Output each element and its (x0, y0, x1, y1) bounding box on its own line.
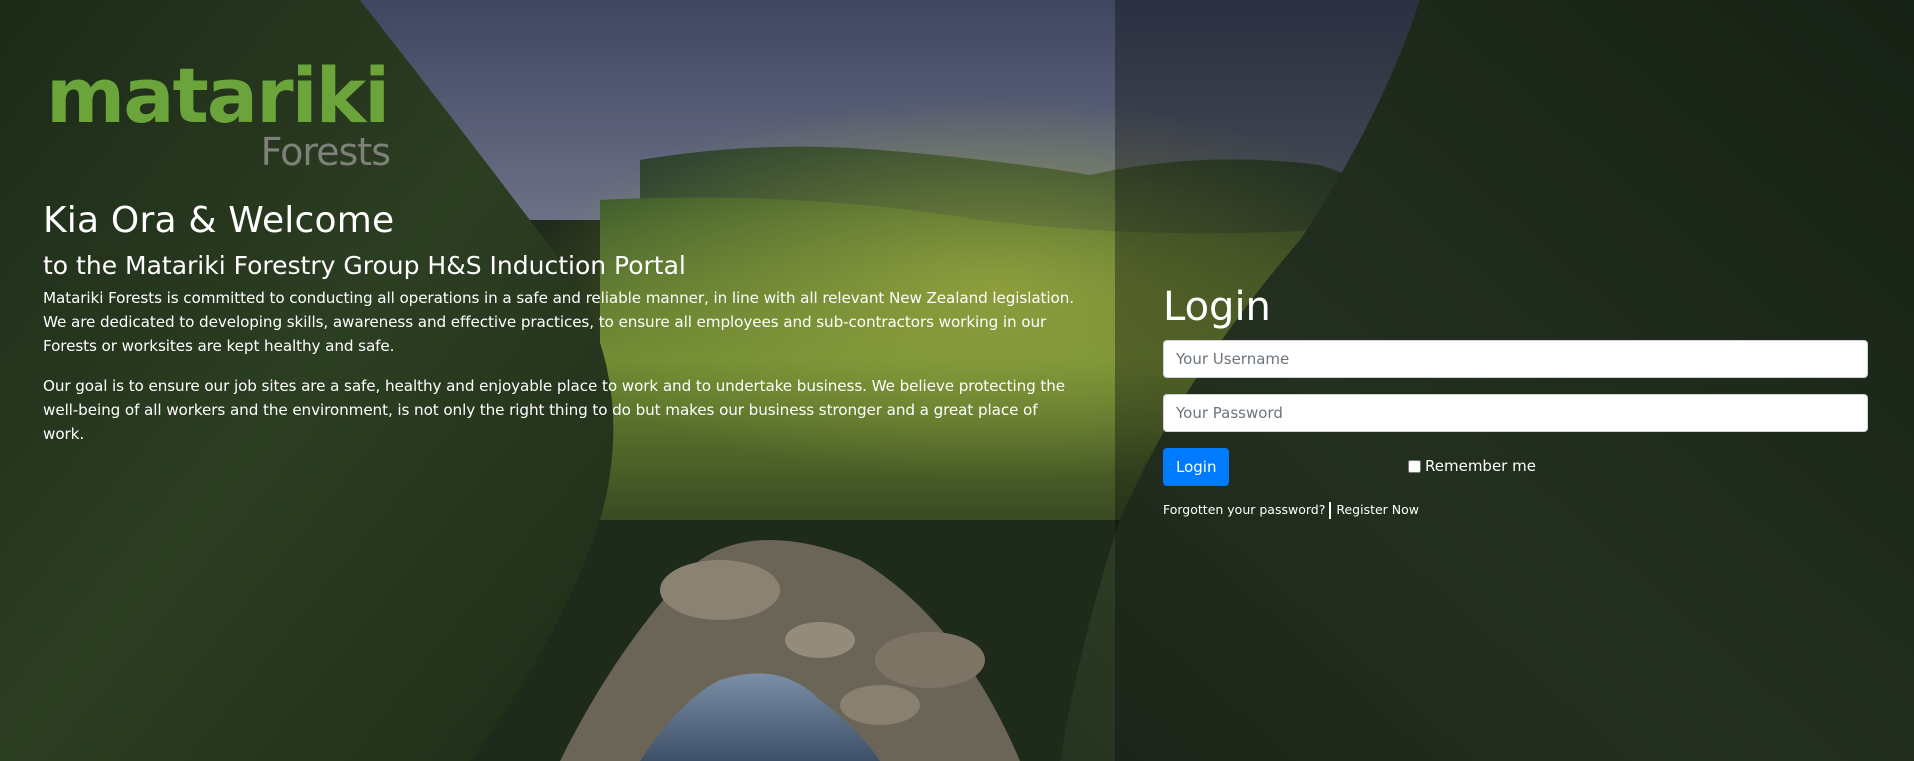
remember-me[interactable]: Remember me (1408, 457, 1536, 475)
welcome-paragraph-commitment: Matariki Forests is committed to conduct… (43, 289, 1074, 355)
welcome-paragraph-goal: Our goal is to ensure our job sites are … (43, 377, 1066, 443)
welcome-heading: Kia Ora & Welcome (43, 200, 395, 241)
username-input[interactable] (1163, 340, 1868, 378)
password-input[interactable] (1163, 394, 1868, 432)
remember-me-checkbox[interactable] (1408, 459, 1421, 473)
welcome-section: Kia Ora & Welcome to the Matariki Forest… (43, 196, 1083, 462)
logo-subtitle: Forests (260, 130, 391, 174)
login-title: Login (1163, 284, 1271, 330)
account-links: Forgotten your password? Register Now (1163, 502, 1868, 519)
link-separator (1329, 502, 1332, 519)
remember-me-label: Remember me (1425, 457, 1536, 475)
login-form: Login Login Remember me Forgotten your p… (1163, 280, 1868, 519)
welcome-subheading: to the Matariki Forestry Group H&S Induc… (43, 251, 686, 280)
login-page: matariki Forests Kia Ora & Welcome to th… (0, 0, 1914, 761)
matariki-forests-logo: matariki Forests (46, 51, 391, 174)
logo-wordmark: matariki (46, 51, 390, 140)
forgot-password-link[interactable]: Forgotten your password? (1163, 502, 1325, 517)
login-button[interactable]: Login (1163, 448, 1230, 486)
login-actions-row: Login Remember me (1163, 448, 1868, 488)
register-link[interactable]: Register Now (1336, 502, 1419, 517)
